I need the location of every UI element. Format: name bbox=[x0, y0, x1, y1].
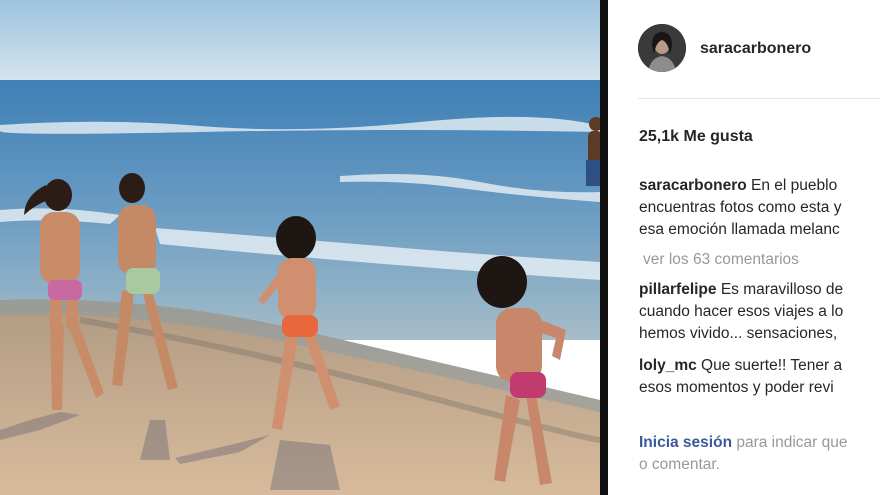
comment-text-line: Que suerte!! Tener a bbox=[701, 357, 843, 374]
comment-username[interactable]: pillarfelipe bbox=[639, 281, 717, 298]
caption-text-line: En el pueblo bbox=[751, 177, 838, 194]
avatar[interactable] bbox=[638, 24, 686, 72]
login-prompt: Inicia sesión para indicar que o comenta… bbox=[639, 432, 848, 476]
comments-list: saracarbonero En el pueblo encuentras fo… bbox=[639, 175, 880, 399]
comment-text-line: cuando hacer esos viajes a lo bbox=[639, 303, 844, 320]
caption-username[interactable]: saracarbonero bbox=[639, 177, 747, 194]
login-prompt-text: para indicar que bbox=[732, 434, 848, 451]
comment-username[interactable]: loly_mc bbox=[639, 357, 697, 374]
view-all-comments-link[interactable]: ver los 63 comentarios bbox=[643, 249, 880, 271]
caption-text-line: esa emoción llamada melanc bbox=[639, 221, 840, 238]
profile-photo bbox=[638, 24, 686, 72]
beach-photo bbox=[0, 0, 600, 495]
comment-text-line: hemos vivido... sensaciones, bbox=[639, 325, 838, 342]
post-photo[interactable] bbox=[0, 0, 600, 495]
login-link[interactable]: Inicia sesión bbox=[639, 434, 732, 451]
post-sidebar: saracarbonero 25,1k Me gusta saracarbone… bbox=[608, 0, 880, 495]
divider bbox=[600, 0, 608, 495]
comment-text-line: esos momentos y poder revi bbox=[639, 379, 834, 396]
comment-text-line: Es maravilloso de bbox=[720, 281, 844, 298]
comment: loly_mc Que suerte!! Tener a esos moment… bbox=[639, 355, 880, 399]
login-prompt-text: o comentar. bbox=[639, 456, 720, 473]
caption-text-line: encuentras fotos como esta y bbox=[639, 199, 842, 216]
caption: saracarbonero En el pueblo encuentras fo… bbox=[639, 175, 880, 241]
comment: pillarfelipe Es maravilloso de cuando ha… bbox=[639, 279, 880, 345]
header-username[interactable]: saracarbonero bbox=[700, 40, 811, 58]
header-divider bbox=[638, 98, 880, 99]
likes-count[interactable]: 25,1k Me gusta bbox=[639, 128, 753, 146]
